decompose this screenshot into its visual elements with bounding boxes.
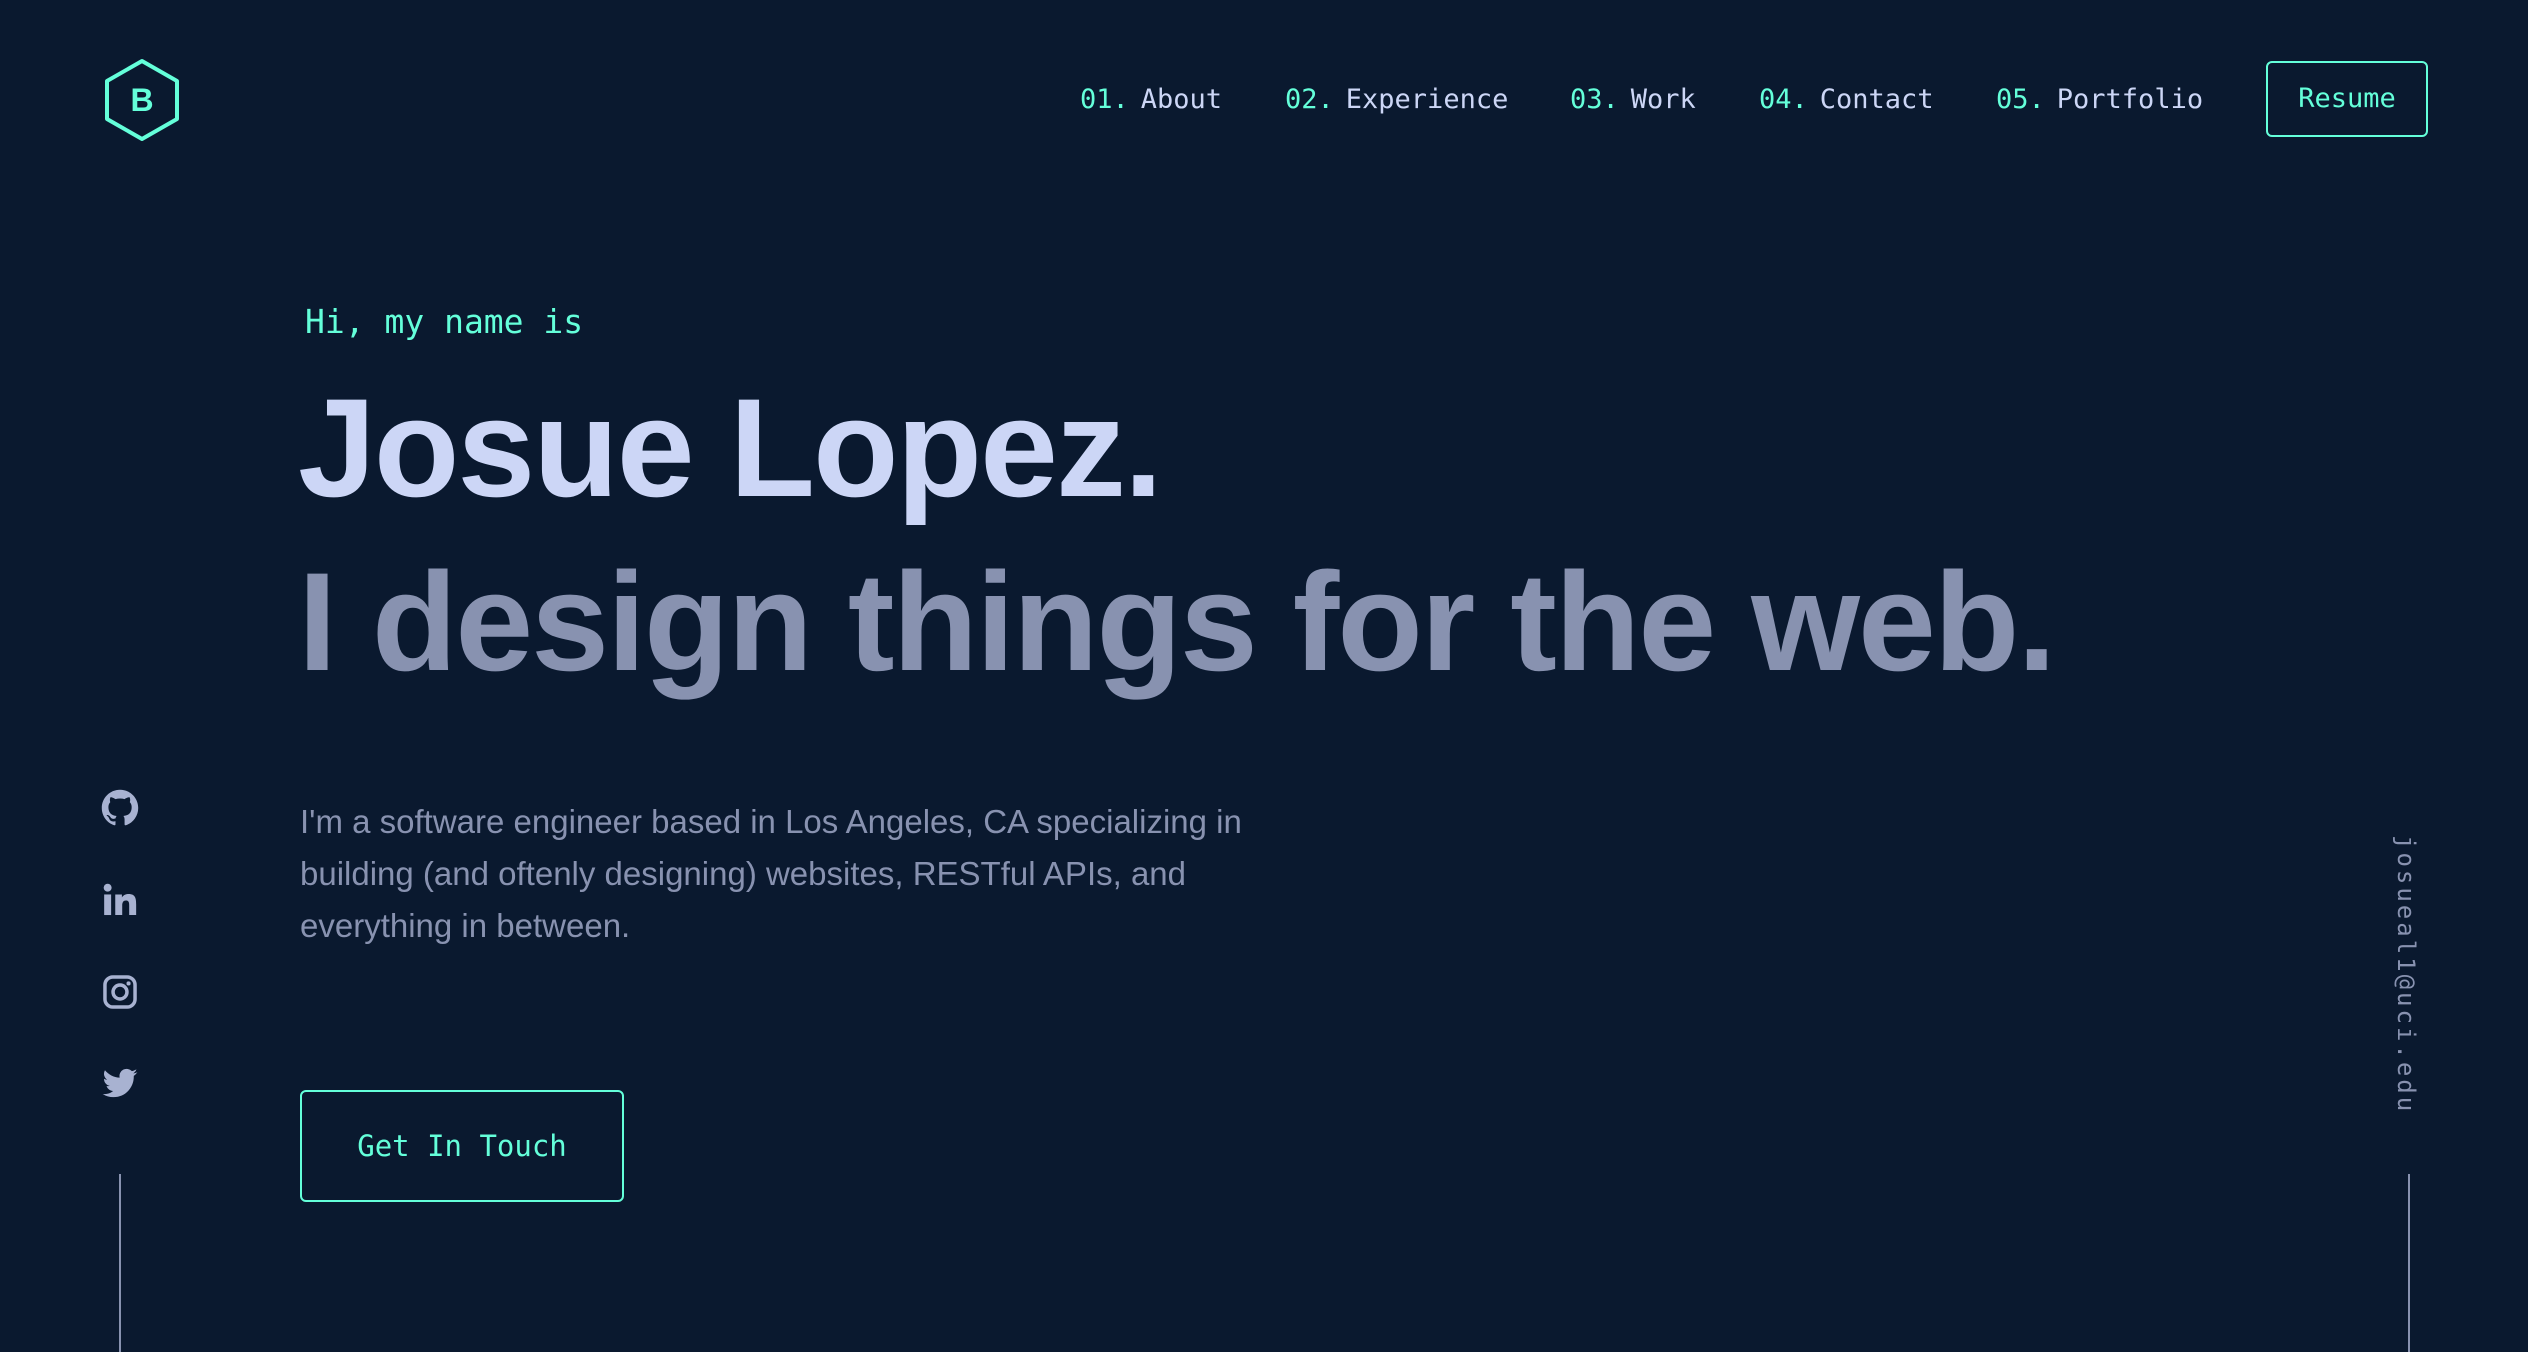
nav-number: 01. xyxy=(1080,84,1129,115)
twitter-link[interactable] xyxy=(98,1062,142,1106)
nav-label: Contact xyxy=(1819,84,1934,115)
github-link[interactable] xyxy=(98,786,142,830)
nav-label: Experience xyxy=(1345,84,1509,115)
nav-item-experience[interactable]: 02. Experience xyxy=(1285,82,1508,118)
logo-letter: B xyxy=(130,82,153,118)
instagram-icon xyxy=(103,975,137,1009)
instagram-link[interactable] xyxy=(98,970,142,1014)
nav-number: 04. xyxy=(1759,84,1808,115)
get-in-touch-button[interactable]: Get In Touch xyxy=(300,1090,624,1202)
logo[interactable]: B xyxy=(103,58,181,142)
linkedin-icon xyxy=(103,883,137,916)
hero-name: Josue Lopez. xyxy=(298,369,1163,526)
nav-label: Portfolio xyxy=(2056,84,2204,115)
nav-number: 02. xyxy=(1285,84,1334,115)
nav-item-about[interactable]: 01. About xyxy=(1080,82,1222,118)
linkedin-link[interactable] xyxy=(98,878,142,922)
nav-item-work[interactable]: 03. Work xyxy=(1570,82,1696,118)
nav-number: 05. xyxy=(1996,84,2045,115)
hero-greeting: Hi, my name is xyxy=(305,302,584,341)
hexagon-logo-icon: B xyxy=(105,59,179,141)
right-rail-line xyxy=(2408,1174,2410,1352)
resume-button[interactable]: Resume xyxy=(2266,61,2428,137)
twitter-icon xyxy=(102,1068,138,1098)
nav-item-portfolio[interactable]: 05. Portfolio xyxy=(1996,82,2203,118)
nav-label: About xyxy=(1140,84,1223,115)
email-link[interactable]: josueal1@uci.edu xyxy=(2386,835,2426,1115)
nav-label: Work xyxy=(1630,84,1696,115)
left-rail-line xyxy=(119,1174,121,1352)
github-icon xyxy=(101,789,139,826)
hero-intro: I'm a software engineer based in Los Ang… xyxy=(300,803,1242,944)
nav-item-contact[interactable]: 04. Contact xyxy=(1759,82,1934,118)
nav-number: 03. xyxy=(1570,84,1619,115)
hero-tagline: I design things for the web. xyxy=(298,543,2056,700)
